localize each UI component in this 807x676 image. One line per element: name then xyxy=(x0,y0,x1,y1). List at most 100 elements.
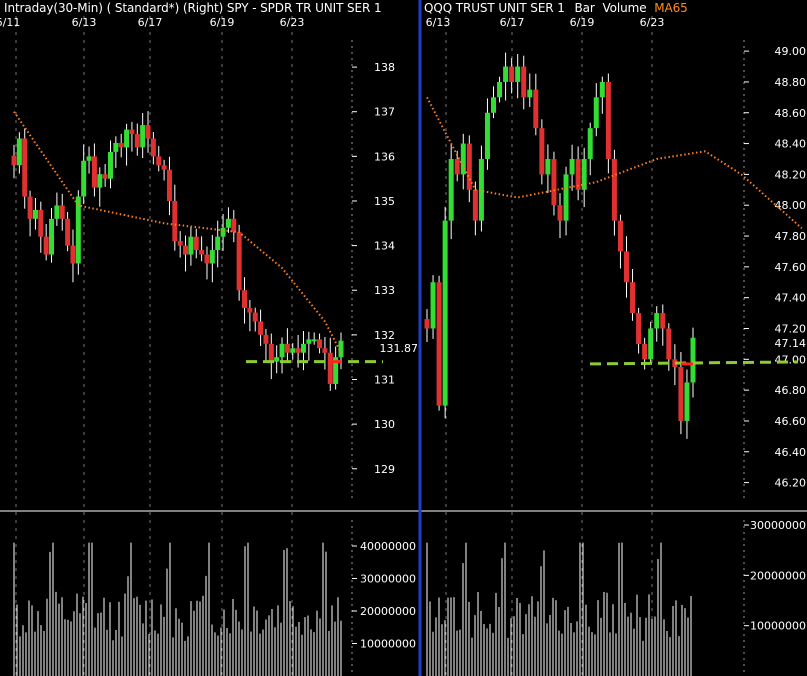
date-label: 6/19 xyxy=(570,16,595,29)
support-line xyxy=(589,360,799,366)
candle-up xyxy=(86,156,92,161)
volume-panel-spy: 10000000 20000000 30000000 40000000 xyxy=(13,520,416,676)
candle-up xyxy=(599,81,605,98)
price-tick-label: 47.80 xyxy=(775,230,807,243)
candle-down xyxy=(247,308,253,313)
candle-down xyxy=(436,282,442,406)
candle-down xyxy=(91,156,97,188)
date-label: 6/11 xyxy=(0,16,20,29)
candle-down xyxy=(118,142,124,148)
candle-down xyxy=(660,313,666,329)
price-tick-label: 134 xyxy=(374,240,395,253)
candle-up xyxy=(49,218,55,255)
last-price-label: 131.87 xyxy=(380,342,419,355)
candle-up xyxy=(527,89,533,98)
candle-up xyxy=(545,158,551,175)
candle-down xyxy=(551,158,557,206)
candle-down xyxy=(617,220,623,252)
candle-down xyxy=(539,128,545,175)
price-tick-label: 46.40 xyxy=(775,446,807,459)
volume-tick-label: 20000000 xyxy=(360,605,416,618)
candle-down xyxy=(59,205,65,219)
candle-down xyxy=(636,313,642,344)
candle-down xyxy=(624,251,629,283)
candle-down xyxy=(322,348,328,353)
candle-down xyxy=(161,165,167,170)
candle-up xyxy=(306,339,312,344)
candle-down xyxy=(327,352,333,384)
candle-down xyxy=(22,138,28,197)
candle-down xyxy=(70,245,76,264)
candle-down xyxy=(630,282,636,314)
candle-up xyxy=(97,174,103,188)
date-label: 6/13 xyxy=(72,16,97,29)
price-tick-label: 47.00 xyxy=(775,353,807,366)
candle-up xyxy=(300,343,306,353)
price-tick-label: 131 xyxy=(374,374,395,387)
candle-up xyxy=(430,282,436,329)
candle-down xyxy=(65,218,71,246)
volume-tick-label: 30000000 xyxy=(360,573,416,586)
price-tick-label: 46.80 xyxy=(775,384,807,397)
dual-stock-chart[interactable]: 6/11 6/13 6/17 6/19 6/23 129 130 131 132 133 134 13… xyxy=(0,0,807,676)
candle-down xyxy=(424,319,430,329)
candle-down xyxy=(156,156,162,166)
candle-down xyxy=(38,209,44,237)
candle-up xyxy=(215,236,221,251)
candle-up xyxy=(311,339,317,342)
candle-down xyxy=(129,129,135,135)
candle-up xyxy=(188,236,194,255)
price-tick-label: 48.80 xyxy=(775,76,807,89)
candle-down xyxy=(102,174,108,179)
candle-up xyxy=(684,382,690,421)
price-tick-label: 138 xyxy=(374,61,395,74)
candle-up xyxy=(491,97,496,113)
candle-up xyxy=(497,81,503,98)
candle-up xyxy=(225,218,231,228)
candle-down xyxy=(134,134,140,148)
candle-down xyxy=(317,339,323,349)
candle-down xyxy=(252,312,258,322)
candle-up xyxy=(124,129,130,148)
candle-down xyxy=(204,254,210,264)
candle-up xyxy=(503,66,509,82)
candle-up xyxy=(274,357,280,362)
date-label: 6/17 xyxy=(138,16,163,29)
candle-up xyxy=(209,250,215,264)
candle-up xyxy=(290,348,296,353)
candle-down xyxy=(557,205,563,221)
volume-tick-label: 30000000 xyxy=(750,519,806,532)
price-tick-label: 47.60 xyxy=(775,261,807,274)
date-label: 6/23 xyxy=(640,16,665,29)
candle-up xyxy=(32,209,38,219)
candle-up xyxy=(107,151,113,179)
candle-down xyxy=(509,66,515,82)
candle-up xyxy=(113,142,119,152)
candle-down xyxy=(533,89,539,129)
candle-down xyxy=(199,250,205,255)
candle-down xyxy=(472,189,478,221)
volume-tick-label: 10000000 xyxy=(750,620,806,633)
candle-up xyxy=(563,174,569,221)
candle-down xyxy=(284,343,290,353)
volume-tick-label: 10000000 xyxy=(360,638,416,651)
candle-down xyxy=(236,232,242,291)
candle-down xyxy=(242,290,248,309)
price-tick-label: 133 xyxy=(374,284,395,297)
candle-down xyxy=(666,328,672,360)
price-tick-label: 137 xyxy=(374,106,395,119)
candle-down xyxy=(231,218,237,233)
candle-up xyxy=(648,328,654,360)
price-tick-label: 132 xyxy=(374,329,395,342)
last-price-label: 47.14 xyxy=(775,337,807,350)
candle-down xyxy=(145,125,151,139)
candle-down xyxy=(11,155,17,166)
price-tick-label: 136 xyxy=(374,150,395,163)
candle-down xyxy=(183,245,189,255)
candle-up xyxy=(448,158,454,221)
candle-up xyxy=(140,125,146,148)
candle-down xyxy=(263,334,269,344)
candle-down xyxy=(642,343,648,360)
candle-up xyxy=(460,143,466,175)
price-tick-label: 47.20 xyxy=(775,322,807,335)
